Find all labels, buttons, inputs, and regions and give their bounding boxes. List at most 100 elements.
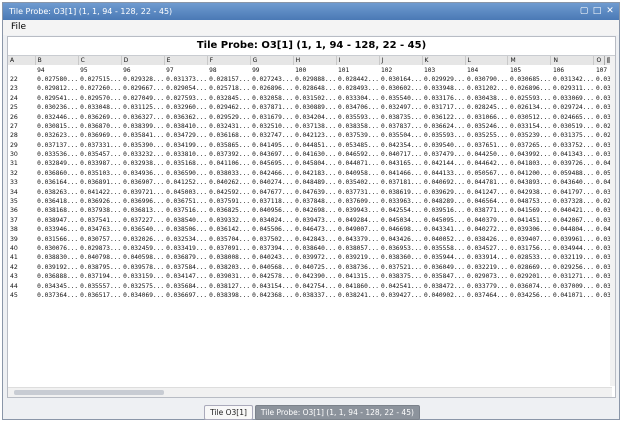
- table-cell[interactable]: 0.029724...: [551, 103, 594, 112]
- table-cell[interactable]: 104: [465, 65, 508, 74]
- table-cell[interactable]: 0.035540...: [379, 94, 422, 103]
- row-header-cell[interactable]: 44: [8, 281, 35, 290]
- table-cell[interactable]: 0.036969...: [78, 131, 121, 140]
- table-cell[interactable]: 0.033948...: [422, 84, 465, 93]
- table-cell[interactable]: C: [78, 56, 122, 66]
- table-cell[interactable]: 0.037651...: [465, 141, 508, 150]
- table-cell[interactable]: 0.029256...: [551, 263, 594, 272]
- table-cell[interactable]: 0.03: [594, 141, 612, 150]
- table-cell[interactable]: 0.031375...: [551, 131, 594, 140]
- table-cell[interactable]: 0.041466...: [379, 169, 422, 178]
- table-cell[interactable]: 0.037138...: [293, 122, 336, 131]
- table-cell[interactable]: 0.036590...: [164, 169, 207, 178]
- table-cell[interactable]: 0.033159...: [121, 272, 164, 281]
- table-cell[interactable]: 0.030236...: [35, 103, 78, 112]
- table-cell[interactable]: 0.034763...: [78, 225, 121, 234]
- table-cell[interactable]: 0.029873...: [78, 244, 121, 253]
- table-cell[interactable]: 0.033946...: [35, 225, 78, 234]
- table-cell[interactable]: 0.029667...: [121, 84, 164, 93]
- table-cell[interactable]: 0.034944...: [551, 244, 594, 253]
- table-cell[interactable]: 0.042183...: [293, 169, 336, 178]
- table-cell[interactable]: 0.031502...: [293, 94, 336, 103]
- table-cell[interactable]: 0.042541...: [379, 281, 422, 290]
- table-cell[interactable]: 0.031679...: [250, 112, 293, 121]
- table-cell[interactable]: 0.040274...: [250, 178, 293, 187]
- table-cell[interactable]: 0.041200...: [508, 169, 551, 178]
- table-cell[interactable]: 0.038263...: [35, 187, 78, 196]
- table-cell[interactable]: 0.032058...: [250, 94, 293, 103]
- table-cell[interactable]: 0.038736...: [336, 263, 379, 272]
- table-cell[interactable]: 0.049284...: [336, 216, 379, 225]
- table-cell[interactable]: 0.032510...: [250, 122, 293, 131]
- table-cell[interactable]: 0.044781...: [465, 178, 508, 187]
- table-cell[interactable]: F: [207, 56, 251, 66]
- table-cell[interactable]: 94: [35, 65, 78, 74]
- table-cell[interactable]: 0.030512...: [508, 112, 551, 121]
- table-cell[interactable]: 0.040052...: [422, 234, 465, 243]
- table-cell[interactable]: 0.048753...: [508, 197, 551, 206]
- table-cell[interactable]: 0.029311...: [551, 84, 594, 93]
- table-cell[interactable]: 0.030164...: [379, 75, 422, 84]
- table-cell[interactable]: 0.031756...: [508, 244, 551, 253]
- table-cell[interactable]: 0.038360...: [379, 253, 422, 262]
- table-cell[interactable]: 0.029929...: [422, 75, 465, 84]
- row-header-cell[interactable]: 34: [8, 187, 35, 196]
- row-header-cell[interactable]: 41: [8, 253, 35, 262]
- table-cell[interactable]: 0.03: [594, 94, 612, 103]
- table-cell[interactable]: 0.05: [594, 169, 612, 178]
- table-cell[interactable]: 0.035390...: [121, 141, 164, 150]
- table-cell[interactable]: 0.029054...: [164, 84, 207, 93]
- table-cell[interactable]: 0.038795...: [78, 263, 121, 272]
- file-menu[interactable]: File: [11, 22, 26, 32]
- table-cell[interactable]: 107: [594, 65, 612, 74]
- table-cell[interactable]: 0.03: [594, 272, 612, 281]
- table-cell[interactable]: 0.037009...: [551, 281, 594, 290]
- row-header-cell[interactable]: 29: [8, 141, 35, 150]
- table-cell[interactable]: 0.053485...: [336, 141, 379, 150]
- restore-icon[interactable]: ▢: [579, 6, 589, 16]
- row-header-cell[interactable]: A: [8, 56, 36, 66]
- table-cell[interactable]: 0.042354...: [379, 141, 422, 150]
- table-cell[interactable]: 0.038398...: [207, 291, 250, 300]
- table-cell[interactable]: 0.044804...: [551, 225, 594, 234]
- row-header-cell[interactable]: 42: [8, 263, 35, 272]
- table-cell[interactable]: 0.036953...: [379, 244, 422, 253]
- table-cell[interactable]: 0.030438...: [465, 94, 508, 103]
- row-header-cell[interactable]: 31: [8, 159, 35, 168]
- table-cell[interactable]: 0.038358...: [336, 122, 379, 131]
- table-cell[interactable]: 0.031566...: [35, 234, 78, 243]
- table-cell[interactable]: 0.030790...: [465, 75, 508, 84]
- table-cell[interactable]: 0.036362...: [164, 112, 207, 121]
- table-cell[interactable]: 0.041106...: [207, 159, 250, 168]
- table-cell[interactable]: 0.033048...: [78, 103, 121, 112]
- table-cell[interactable]: 0.038127...: [207, 281, 250, 290]
- table-cell[interactable]: 0.031202...: [465, 84, 508, 93]
- table-cell[interactable]: 0.042123...: [293, 131, 336, 140]
- table-cell[interactable]: 0.032219...: [465, 263, 508, 272]
- table-cell[interactable]: 0.047639...: [293, 187, 336, 196]
- table-cell[interactable]: D: [121, 56, 165, 66]
- table-cell[interactable]: 0.038410...: [164, 122, 207, 131]
- table-cell[interactable]: 0.03: [594, 263, 612, 272]
- table-cell[interactable]: 0.028157...: [207, 75, 250, 84]
- table-cell[interactable]: 0.048489...: [293, 178, 336, 187]
- table-cell[interactable]: 0.044250...: [465, 150, 508, 159]
- table-cell[interactable]: 0.039332...: [207, 216, 250, 225]
- table-cell[interactable]: 0.033304...: [336, 94, 379, 103]
- table-cell[interactable]: 0.036074...: [508, 281, 551, 290]
- table-cell[interactable]: 0.036870...: [78, 122, 121, 131]
- table-cell[interactable]: 0.035246...: [465, 122, 508, 131]
- table-cell[interactable]: 0.04: [594, 178, 612, 187]
- table-cell[interactable]: 0.036813...: [121, 206, 164, 215]
- table-cell[interactable]: 0.032534...: [164, 234, 207, 243]
- table-cell[interactable]: 98: [207, 65, 250, 74]
- table-cell[interactable]: 0.036049...: [422, 263, 465, 272]
- table-cell[interactable]: 0.028669...: [508, 263, 551, 272]
- table-cell[interactable]: 0.029888...: [293, 75, 336, 84]
- table-cell[interactable]: 0.027243...: [250, 75, 293, 84]
- table-cell[interactable]: 0.040272...: [465, 225, 508, 234]
- table-cell[interactable]: 0.046592...: [336, 150, 379, 159]
- row-header-cell[interactable]: 39: [8, 234, 35, 243]
- table-cell[interactable]: 0.043341...: [422, 225, 465, 234]
- table-cell[interactable]: 0.035239...: [508, 131, 551, 140]
